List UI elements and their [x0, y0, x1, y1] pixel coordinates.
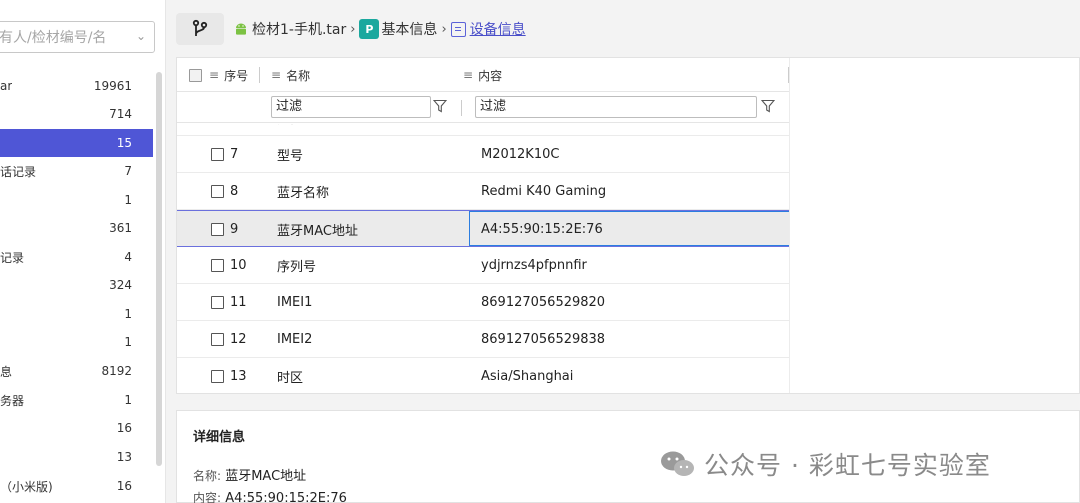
tree-item[interactable]: 息 8192 — [0, 357, 153, 385]
column-header-name[interactable]: ≡ 名称 — [271, 58, 310, 92]
tree-item[interactable]: ar 19961 — [0, 72, 153, 100]
chevron-right-icon: › — [441, 21, 447, 37]
table-row[interactable]: 13 时区 Asia/Shanghai — [177, 358, 789, 393]
tree-item[interactable]: （小米版) 16 — [0, 472, 153, 500]
item-count: 714 — [109, 107, 132, 121]
item-count: 8192 — [101, 364, 132, 378]
item-count: 1 — [124, 393, 132, 407]
column-menu-icon[interactable]: ≡ — [209, 68, 219, 82]
detail-title: 详细信息 — [193, 430, 246, 445]
table-row[interactable]: 6 厂商 Xiaomi — [177, 124, 789, 136]
watermark: 公众号 · 彩虹七号实验室 — [660, 446, 991, 482]
detail-name-key: 名称: — [193, 469, 222, 483]
item-count: 13 — [116, 450, 132, 464]
table-row[interactable]: 12 IMEI2 869127056529838 — [177, 321, 789, 358]
breadcrumb-item[interactable]: P 基本信息 › — [359, 19, 450, 39]
tree-item-active[interactable]: 15 — [0, 129, 153, 157]
watermark-text: 公众号 · 彩虹七号实验室 — [704, 451, 991, 480]
tree-item[interactable]: 1 — [0, 300, 153, 328]
select-all-checkbox[interactable] — [189, 58, 202, 92]
name-filter-input[interactable]: 过滤 — [271, 96, 431, 118]
row-checkbox[interactable] — [211, 185, 224, 198]
detail-value-key: 内容: — [193, 491, 222, 503]
table-row[interactable]: 11 IMEI1 869127056529820 — [177, 284, 789, 321]
tree-item[interactable]: 1 — [0, 328, 153, 356]
info-doc-icon: P — [359, 19, 380, 39]
android-icon — [236, 23, 246, 35]
item-count: 15 — [116, 136, 132, 150]
detail-name-value: 蓝牙MAC地址 — [225, 469, 307, 484]
item-count: 1 — [124, 307, 132, 321]
row-checkbox[interactable] — [211, 296, 224, 309]
row-checkbox[interactable] — [211, 370, 224, 383]
filter-icon[interactable] — [761, 99, 775, 113]
case-search-select[interactable]: 有人/检材编号/名 ⌄ — [0, 21, 155, 53]
row-checkbox[interactable] — [211, 259, 224, 272]
column-menu-icon[interactable]: ≡ — [463, 68, 473, 82]
detail-value-value: A4:55:90:15:2E:76 — [225, 491, 347, 503]
column-header-value[interactable]: ≡ 内容 — [463, 58, 502, 92]
tree-item[interactable]: 务器 1 — [0, 386, 153, 414]
tree-item[interactable]: 361 — [0, 214, 153, 242]
branch-button[interactable] — [176, 13, 224, 45]
item-count: 7 — [124, 164, 132, 178]
table-row-selected[interactable]: 9 蓝牙MAC地址 A4:55:90:15:2E:76 — [177, 210, 789, 247]
item-count: 19961 — [93, 79, 132, 93]
table-body: 6 厂商 Xiaomi 7 型号 M2012K10C 8 蓝牙名称 Redmi … — [177, 124, 789, 393]
sidebar-scrollbar[interactable] — [156, 72, 162, 466]
column-divider — [461, 100, 462, 116]
data-table: ≡序号 ≡名称 ≡内容 过滤 过滤 6 厂商 Xiaomi 7 型号 M2012… — [176, 57, 1080, 394]
tree-item[interactable]: 13 — [0, 443, 153, 471]
table-row[interactable]: 7 型号 M2012K10C — [177, 136, 789, 173]
detail-value-row: 内容: A4:55:90:15:2E:76 — [193, 489, 347, 503]
breadcrumb: 检材1-手机.tar › P 基本信息 › 设备信息 — [176, 13, 1080, 45]
item-count: 1 — [124, 335, 132, 349]
table-header: ≡ 序号 ≡ 名称 ≡ 内容 — [177, 58, 789, 92]
chevron-right-icon: › — [350, 21, 356, 37]
row-checkbox[interactable] — [211, 148, 224, 161]
tree-item[interactable]: 16 — [0, 414, 153, 442]
device-info-icon — [450, 21, 466, 37]
item-count: 16 — [116, 479, 132, 493]
item-count: 1 — [124, 193, 132, 207]
tree-item[interactable]: 话记录 7 — [0, 157, 153, 185]
table-edge — [789, 58, 790, 393]
breadcrumb-current[interactable]: 设备信息 — [450, 19, 526, 39]
search-placeholder: 有人/检材编号/名 — [0, 30, 107, 46]
chevron-down-icon[interactable]: ⌄ — [136, 29, 146, 43]
branch-icon — [192, 19, 208, 36]
item-count: 324 — [109, 278, 132, 292]
tree-item[interactable]: 1 — [0, 186, 153, 214]
breadcrumb-item[interactable]: 检材1-手机.tar › — [234, 19, 359, 39]
column-menu-icon[interactable]: ≡ — [271, 68, 281, 82]
filter-icon[interactable] — [433, 99, 447, 113]
tree-item[interactable]: 714 — [0, 100, 153, 128]
tree-item[interactable]: 记录 4 — [0, 243, 153, 271]
sidebar: 有人/检材编号/名 ⌄ ar 19961 714 15 话记录 7 1 361 记录… — [0, 0, 166, 503]
column-header-num[interactable]: ≡ 序号 — [209, 58, 248, 92]
table-row[interactable]: 8 蓝牙名称 Redmi K40 Gaming — [177, 173, 789, 210]
tree-item[interactable]: 324 — [0, 271, 153, 299]
table-row[interactable]: 10 序列号 ydjrnzs4pfpnnfir — [177, 247, 789, 284]
item-count: 361 — [109, 221, 132, 235]
detail-name-row: 名称: 蓝牙MAC地址 — [193, 465, 306, 484]
item-count: 16 — [116, 421, 132, 435]
column-divider[interactable] — [259, 67, 260, 83]
row-checkbox[interactable] — [211, 223, 224, 236]
value-filter-input[interactable]: 过滤 — [475, 96, 757, 118]
item-count: 4 — [124, 250, 132, 264]
wechat-icon — [661, 451, 694, 476]
row-checkbox[interactable] — [211, 333, 224, 346]
filter-row: 过滤 过滤 — [177, 93, 789, 123]
